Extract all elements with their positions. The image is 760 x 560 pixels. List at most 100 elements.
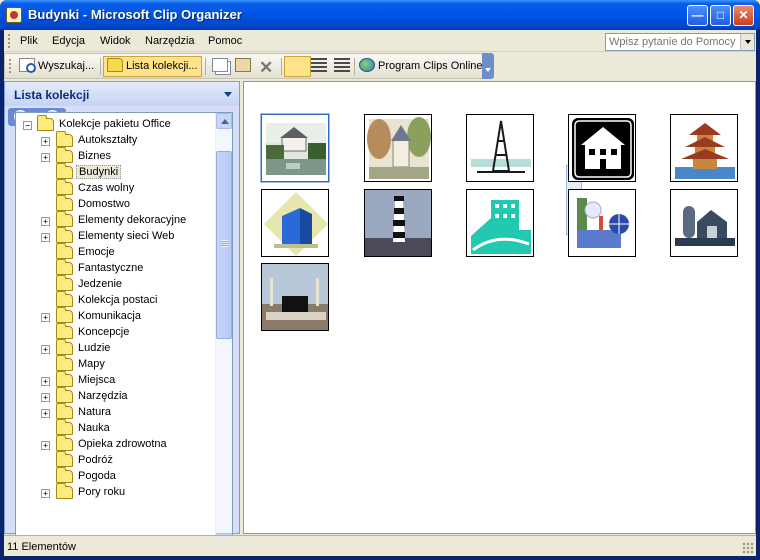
- expand-icon[interactable]: +: [41, 137, 50, 146]
- close-button[interactable]: ✕: [733, 5, 754, 26]
- title-bar[interactable]: Budynki - Microsoft Clip Organizer — □ ✕: [0, 0, 760, 30]
- paste-button[interactable]: [231, 56, 258, 77]
- clip-church-in-trees[interactable]: [364, 114, 432, 182]
- tree-item[interactable]: + Natura: [16, 403, 216, 421]
- help-question-input[interactable]: [607, 35, 739, 49]
- help-dropdown-arrow[interactable]: [740, 34, 754, 50]
- tree-scrollbar[interactable]: [215, 113, 232, 550]
- tree-item-label: Miejsca: [78, 374, 116, 386]
- tree-item[interactable]: + Ludzie: [16, 339, 216, 357]
- task-pane-menu-icon[interactable]: [224, 92, 232, 97]
- folder-icon: [56, 371, 73, 387]
- window-title: Budynki - Microsoft Clip Organizer: [28, 7, 242, 22]
- clip-house-by-pond[interactable]: [261, 114, 329, 182]
- clip-teal-building[interactable]: [466, 189, 534, 257]
- help-question-box[interactable]: [605, 33, 755, 51]
- maximize-button[interactable]: □: [710, 5, 731, 26]
- expand-icon[interactable]: +: [41, 393, 50, 402]
- toolbar-grip[interactable]: [9, 59, 12, 73]
- clip-factory-globe[interactable]: [568, 189, 636, 257]
- tree-item-label: Nauka: [78, 422, 110, 434]
- tree-root[interactable]: − Kolekcje pakietu Office: [16, 115, 216, 133]
- status-bar: 11 Elementów: [4, 535, 756, 556]
- search-button[interactable]: Wyszukaj...: [15, 56, 98, 77]
- expand-icon[interactable]: +: [41, 489, 50, 498]
- collection-list-button[interactable]: Lista kolekcji...: [103, 56, 202, 77]
- tree-item[interactable]: + Komunikacja: [16, 307, 216, 325]
- tree-item[interactable]: + Autokształty: [16, 131, 216, 149]
- tree-item[interactable]: + Biznes: [16, 147, 216, 165]
- menu-help[interactable]: Pomoc: [208, 35, 242, 47]
- tree-item-label: Koncepcje: [78, 326, 130, 338]
- tree-item[interactable]: + Miejsca: [16, 371, 216, 389]
- folder-icon: [56, 467, 73, 483]
- task-pane-title: Lista kolekcji: [14, 88, 90, 102]
- menu-file[interactable]: Plik: [20, 35, 38, 47]
- folder-icon: [56, 483, 73, 499]
- toolbar-options-chevron-icon[interactable]: [482, 53, 494, 79]
- tree-item[interactable]: Fantastyczne: [16, 259, 216, 277]
- clip-blue-office-building[interactable]: [261, 189, 329, 257]
- scroll-up-arrow-icon[interactable]: [216, 113, 232, 129]
- menu-edit[interactable]: Edycja: [52, 35, 85, 47]
- expand-icon[interactable]: +: [41, 233, 50, 242]
- collapse-icon[interactable]: −: [23, 121, 32, 130]
- expand-icon[interactable]: +: [41, 409, 50, 418]
- folder-icon: [56, 211, 73, 227]
- clip-eiffel-tower[interactable]: [466, 114, 534, 182]
- status-item-count: 11 Elementów: [7, 541, 76, 553]
- tree-item[interactable]: Czas wolny: [16, 179, 216, 197]
- folder-icon: [56, 403, 73, 419]
- tree-item[interactable]: Jedzenie: [16, 275, 216, 293]
- tree-item[interactable]: Emocje: [16, 243, 216, 261]
- tree-item-label: Jedzenie: [78, 278, 123, 290]
- clip-mosque[interactable]: [261, 263, 329, 331]
- tree-item[interactable]: Budynki: [16, 163, 216, 181]
- tree-item[interactable]: + Elementy sieci Web: [16, 227, 216, 245]
- teal-building-image: [471, 200, 531, 254]
- tree-item[interactable]: Pogoda: [16, 467, 216, 485]
- expand-icon[interactable]: +: [41, 441, 50, 450]
- clip-lighthouse[interactable]: [364, 189, 432, 257]
- resize-grip[interactable]: [742, 542, 754, 554]
- app-icon[interactable]: [6, 7, 22, 23]
- tree-item[interactable]: Koncepcje: [16, 323, 216, 341]
- folder-icon: [56, 451, 73, 467]
- expand-icon[interactable]: +: [41, 377, 50, 386]
- minimize-button[interactable]: —: [687, 5, 708, 26]
- collection-tree[interactable]: − Kolekcje pakietu Office + Autokształty +…: [15, 112, 233, 551]
- delete-button[interactable]: ✕: [255, 56, 282, 77]
- copy-icon: [212, 58, 228, 73]
- folder-icon: [56, 435, 73, 451]
- clip-barn-silo[interactable]: [670, 189, 738, 257]
- menu-view[interactable]: Widok: [100, 35, 131, 47]
- details-view-button[interactable]: [330, 56, 357, 77]
- tree-root-label: Kolekcje pakietu Office: [59, 118, 171, 130]
- clips-online-button[interactable]: Program Clips Online: [355, 56, 487, 77]
- scroll-thumb[interactable]: [216, 151, 232, 339]
- clip-house-silhouette[interactable]: [568, 114, 636, 182]
- expand-icon[interactable]: +: [41, 217, 50, 226]
- tree-item[interactable]: Podróż: [16, 451, 216, 469]
- tree-item[interactable]: + Pory roku: [16, 483, 216, 501]
- tree-item-label: Elementy sieci Web: [78, 230, 175, 242]
- expand-icon[interactable]: +: [41, 153, 50, 162]
- menu-tools[interactable]: Narzędzia: [145, 35, 195, 47]
- tree-item[interactable]: + Elementy dekoracyjne: [16, 211, 216, 229]
- tree-item[interactable]: Nauka: [16, 419, 216, 437]
- tree-item-label: Fantastyczne: [78, 262, 144, 274]
- menu-grip[interactable]: [8, 34, 11, 48]
- thumbnails-icon: [288, 58, 304, 73]
- expand-icon[interactable]: +: [41, 313, 50, 322]
- tree-item[interactable]: + Opieka zdrowotna: [16, 435, 216, 453]
- tree-item[interactable]: Domostwo: [16, 195, 216, 213]
- folder-icon: [56, 163, 73, 179]
- tree-item[interactable]: Mapy: [16, 355, 216, 373]
- tree-item-label: Budynki: [76, 165, 122, 179]
- tree-item[interactable]: Kolekcja postaci: [16, 291, 216, 309]
- tree-item[interactable]: + Narzędzia: [16, 387, 216, 405]
- expand-icon[interactable]: +: [41, 345, 50, 354]
- clip-pagoda[interactable]: [670, 114, 738, 182]
- tree-item-label: Biznes: [78, 150, 112, 162]
- tree-item-label: Opieka zdrowotna: [78, 438, 167, 450]
